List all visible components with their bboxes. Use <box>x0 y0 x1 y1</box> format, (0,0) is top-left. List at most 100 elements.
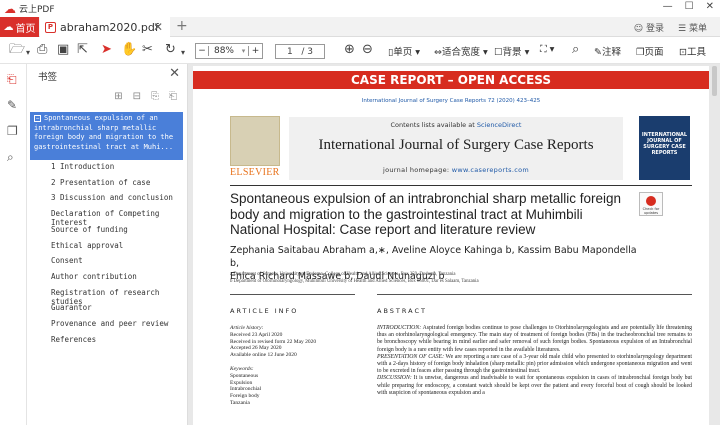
tab-home[interactable]: ☁ 首页 <box>0 17 39 37</box>
homepage-link[interactable]: www.casereports.com <box>452 166 529 174</box>
abstract-discussion: It is unwise, dangerous and inadvisable … <box>377 375 692 396</box>
vertical-scrollbar[interactable] <box>712 66 717 96</box>
menu-button[interactable]: ☰ 菜单 <box>678 21 707 34</box>
elsevier-logo: ELSEVIER <box>230 116 282 181</box>
app-name: 云上PDF <box>19 5 55 15</box>
bookmark-item[interactable]: Consent <box>51 256 83 265</box>
fit-width-button[interactable]: ⇔适合宽度 ▾ <box>434 44 488 58</box>
login-label: 登录 <box>645 24 664 34</box>
zoom-in-button[interactable]: + <box>248 46 262 56</box>
menu-label: 菜单 <box>688 24 707 34</box>
expand-all-icon[interactable]: ⊞ <box>114 91 122 102</box>
journal-header-box: Contents lists available at ScienceDirec… <box>289 117 623 180</box>
history-entry: Accepted 26 May 2020 <box>230 345 282 352</box>
tools-label: 工具 <box>686 47 706 58</box>
zoom-value[interactable]: 88% <box>209 46 239 56</box>
search-icon[interactable]: ⌕ <box>572 43 579 57</box>
tools-button[interactable]: ⊡工具 <box>679 44 706 58</box>
article-info-rule <box>230 294 355 295</box>
background-button[interactable]: ☐背景 ▾ <box>494 44 529 58</box>
tab-document[interactable]: P abraham2020.pdf ✕ <box>40 17 170 37</box>
abstract-rule <box>377 294 692 295</box>
fullscreen-button[interactable]: ⛶ ▾ <box>540 44 554 55</box>
close-panel-icon[interactable]: ✕ <box>169 66 180 81</box>
keyword: Spontaneous <box>230 372 259 379</box>
cloud-icon: ☁ <box>3 21 14 33</box>
journal-homepage: journal homepage: www.casereports.com <box>289 166 623 174</box>
bookmark-item[interactable]: 3 Discussion and conclusion <box>51 193 173 202</box>
page-total: / 3 <box>301 46 313 57</box>
document-viewer[interactable]: CASE REPORT – OPEN ACCESS International … <box>188 64 720 425</box>
bookmark-item[interactable]: 1 Introduction <box>51 162 114 171</box>
page-number-field[interactable]: 1 / 3 <box>275 44 325 59</box>
affiliation-a: a Department of Surgery, University of D… <box>230 272 456 277</box>
affiliation-b: b Department of Otorhinolaryngology, Muh… <box>230 279 479 284</box>
zoom-dropdown-icon[interactable]: ▾ <box>239 47 248 55</box>
select-cursor-icon[interactable]: ➤ <box>101 43 112 57</box>
hand-tool-icon[interactable]: ✋ <box>121 43 137 57</box>
bookmark-item-selected[interactable]: − Spontaneous expulsion of an intrabronch… <box>30 112 183 160</box>
check-for-updates-badge[interactable]: Check for updates <box>639 192 663 216</box>
affiliations: a Department of Surgery, University of D… <box>230 271 670 285</box>
print-icon[interactable]: ⎙ <box>37 43 47 57</box>
collapse-all-icon[interactable]: ⊟ <box>133 91 141 102</box>
bookmark-selected-label: Spontaneous expulsion of an intrabronchi… <box>34 114 174 151</box>
elsevier-tree-image <box>230 116 280 166</box>
abstract-discussion-label: DISCUSSION: <box>377 375 412 382</box>
bookmark-item[interactable]: 2 Presentation of case <box>51 178 150 187</box>
close-window-icon[interactable]: ✕ <box>706 1 714 12</box>
delete-bookmark-icon[interactable]: ⎗ <box>169 91 177 102</box>
close-tab-icon[interactable]: ✕ <box>153 20 163 34</box>
annotation-list-icon[interactable]: ✎ <box>7 98 17 112</box>
zoom-out-button[interactable]: − <box>196 46 209 56</box>
cloud-icon: ☁ <box>4 1 16 16</box>
add-tab-icon[interactable]: + <box>176 18 188 34</box>
single-page-label: 单页 <box>393 47 413 58</box>
citation-line[interactable]: International Journal of Surgery Case Re… <box>193 98 709 104</box>
abstract-intro: Aspirated foreign bodies continue to pos… <box>377 325 692 353</box>
history-entry: Available online 12 June 2020 <box>230 352 297 359</box>
maximize-icon[interactable]: ☐ <box>685 1 694 12</box>
save-icon[interactable]: ▣ <box>57 43 69 57</box>
keywords-label: Keywords: <box>230 365 254 372</box>
add-bookmark-icon[interactable]: ⎘ <box>151 91 159 102</box>
keyword: Foreign body <box>230 393 260 400</box>
minimize-icon[interactable]: — <box>663 1 673 12</box>
annotate-button[interactable]: ✎注释 <box>594 44 621 58</box>
share-icon[interactable]: ⇱ <box>77 43 88 57</box>
open-access-banner: CASE REPORT – OPEN ACCESS <box>193 71 709 89</box>
page-current: 1 <box>287 46 293 57</box>
rotate-dropdown-icon[interactable]: ▾ <box>181 46 185 60</box>
history-entry: Received 23 April 2020 <box>230 331 283 338</box>
rotate-icon[interactable]: ↻ <box>165 43 176 57</box>
bookmark-item[interactable]: Provenance and peer review <box>51 319 168 328</box>
bookmark-item[interactable]: Author contribution <box>51 272 137 281</box>
bookmark-icon[interactable]: ⎗ <box>7 72 17 87</box>
bookmark-item[interactable]: Source of funding <box>51 225 128 234</box>
window-controls: — ☐ ✕ <box>663 1 714 12</box>
single-page-button[interactable]: ▯单页 ▾ <box>388 44 420 58</box>
bookmark-item[interactable]: Ethical approval <box>51 241 123 250</box>
page-down-icon[interactable]: ⊖ <box>362 43 373 57</box>
page-label: 页面 <box>644 47 664 58</box>
journal-title: International Journal of Surgery Case Re… <box>318 137 594 153</box>
homepage-prefix: journal homepage: <box>382 166 452 174</box>
bookmark-item[interactable]: Guarantor <box>51 303 92 312</box>
page-button[interactable]: ❒页面 <box>636 44 664 58</box>
abstract-case-label: PRESENTATION OF CASE: <box>377 353 445 360</box>
page-up-icon[interactable]: ⊕ <box>344 43 355 57</box>
bookmark-item[interactable]: References <box>51 335 96 344</box>
thumbnail-icon[interactable]: ❐ <box>7 124 18 138</box>
sciencedirect-link[interactable]: ScienceDirect <box>477 121 522 129</box>
dropdown-icon[interactable]: ▾ <box>26 46 30 60</box>
article-info-heading: ARTICLE INFO <box>230 307 299 315</box>
bookmark-panel: 书签 ✕ ⊞ ⊟ ⎘ ⎗ − Spontaneous expulsion of a… <box>27 64 188 425</box>
collapse-icon[interactable]: − <box>34 115 41 122</box>
open-folder-icon[interactable]: 🗁 <box>9 43 25 57</box>
cut-icon[interactable]: ✂ <box>142 43 153 57</box>
pdf-file-icon: P <box>45 21 56 33</box>
abstract-intro-label: INTRODUCTION: <box>377 325 422 331</box>
login-button[interactable]: ☺ 登录 <box>634 21 664 34</box>
journal-cover-image: INTERNATIONAL JOURNAL OF SURGERY CASE RE… <box>639 116 690 180</box>
search-panel-icon[interactable]: ⌕ <box>7 150 14 165</box>
